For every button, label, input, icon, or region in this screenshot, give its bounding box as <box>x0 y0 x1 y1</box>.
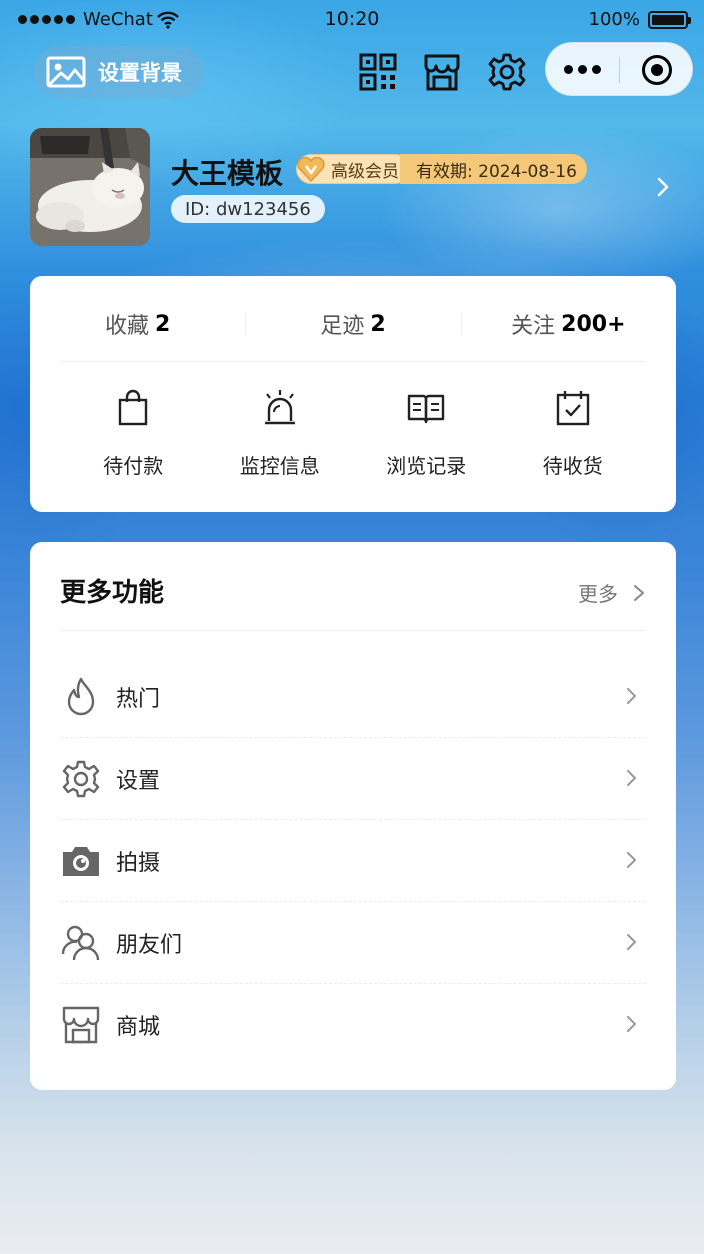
menu-item-label: 设置 <box>116 768 161 794</box>
gear-icon[interactable] <box>487 52 527 92</box>
stat-value: 2 <box>155 311 171 337</box>
open-book-icon <box>408 394 445 424</box>
divider <box>60 361 646 362</box>
qr-code-icon[interactable] <box>358 52 398 92</box>
menu-item-mall[interactable]: 商城 <box>60 984 646 1066</box>
vip-expiry: 有效期: 2024-08-16 <box>400 154 587 184</box>
chevron-right-icon <box>634 584 644 601</box>
more-features-card: 更多功能 更多 热门 设置 拍摄 朋友们 商城 <box>30 542 676 1090</box>
cat-photo <box>30 128 150 246</box>
vip-heart-icon <box>297 156 325 183</box>
battery-icon <box>648 10 691 29</box>
stat-footprints[interactable]: 足迹 2 <box>245 304 460 344</box>
quick-action-label: 待收货 <box>542 454 603 478</box>
section-title: 更多功能 <box>60 578 165 608</box>
menu-item-settings[interactable]: 设置 <box>60 738 646 820</box>
chevron-right-icon <box>627 688 636 704</box>
chevron-right-icon[interactable] <box>652 176 674 198</box>
stats-row: 收藏 2 足迹 2 关注 200+ <box>30 304 676 344</box>
stat-following[interactable]: 关注 200+ <box>460 304 676 344</box>
battery-indicator: 100% <box>588 9 691 30</box>
menu-item-label: 拍摄 <box>116 850 161 876</box>
quick-action-label: 监控信息 <box>239 454 320 478</box>
flame-icon <box>67 677 95 715</box>
close-program-icon[interactable] <box>642 55 672 85</box>
capsule-divider <box>619 57 620 83</box>
set-background-label: 设置背景 <box>98 61 182 85</box>
more-link-label: 更多 <box>578 582 618 606</box>
chevron-right-icon <box>627 934 636 950</box>
quick-action-pending-payment[interactable]: 待付款 <box>60 388 207 479</box>
stat-label: 收藏 <box>105 314 150 339</box>
quick-actions: 待付款 监控信息 浏览记录 待收货 <box>30 388 676 479</box>
chevron-right-icon <box>627 852 636 868</box>
quick-action-monitor[interactable]: 监控信息 <box>207 388 354 479</box>
stat-favorites[interactable]: 收藏 2 <box>30 304 245 344</box>
stat-label: 足迹 <box>320 314 365 339</box>
feature-menu: 热门 设置 拍摄 朋友们 商城 <box>60 656 646 1066</box>
stat-value: 2 <box>370 311 386 337</box>
user-id: ID: dw123456 <box>171 195 325 223</box>
alarm-light-icon <box>264 390 295 425</box>
quick-action-pending-receipt[interactable]: 待收货 <box>500 388 647 479</box>
gear-icon <box>62 760 100 797</box>
menu-item-camera[interactable]: 拍摄 <box>60 820 646 902</box>
divider <box>60 630 646 631</box>
friends-icon <box>61 925 100 960</box>
camera-icon <box>63 846 99 876</box>
profile-name: 大王模板 <box>171 157 284 190</box>
menu-item-label: 商城 <box>116 1015 161 1040</box>
menu-item-hot[interactable]: 热门 <box>60 656 646 738</box>
store-icon[interactable] <box>422 52 462 92</box>
avatar[interactable] <box>30 128 150 246</box>
battery-percent: 100% <box>588 9 640 30</box>
menu-item-label: 热门 <box>116 686 161 712</box>
vip-badge: 高级会员 有效期: 2024-08-16 <box>296 154 606 184</box>
stats-card: 收藏 2 足迹 2 关注 200+ 待付款 监控信息 浏览记录 待收货 <box>30 276 676 512</box>
quick-action-history[interactable]: 浏览记录 <box>353 388 500 479</box>
image-icon <box>46 56 86 88</box>
store-icon <box>62 1006 100 1044</box>
menu-item-label: 朋友们 <box>116 932 183 958</box>
more-link[interactable]: 更多 <box>578 578 646 607</box>
calendar-check-icon <box>556 391 589 426</box>
stat-label: 关注 <box>511 314 556 339</box>
quick-action-label: 浏览记录 <box>386 454 467 478</box>
more-menu-icon[interactable] <box>564 65 601 74</box>
chevron-right-icon <box>627 770 636 786</box>
status-bar: WeChat 10:20 100% <box>0 0 704 40</box>
quick-action-label: 待付款 <box>103 454 164 478</box>
mini-program-capsule <box>545 42 693 96</box>
chevron-right-icon <box>627 1016 636 1032</box>
stat-value: 200+ <box>561 311 626 337</box>
menu-item-friends[interactable]: 朋友们 <box>60 902 646 984</box>
shopping-bag-icon <box>119 389 148 426</box>
set-background-button[interactable]: 设置背景 <box>34 46 204 98</box>
